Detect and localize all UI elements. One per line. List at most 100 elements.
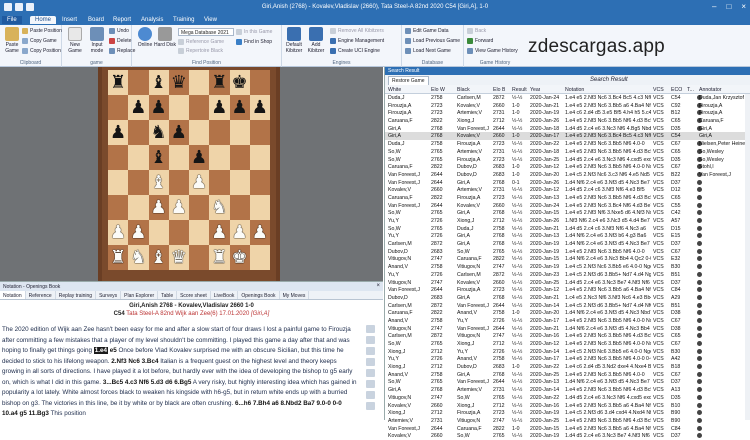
table-row[interactable]: Dubov,D 2683 So,W 2765 ½-½ 2020-Jan-19 1.e4 e5… [385,248,750,256]
table-row[interactable]: Carlsen,M 2872 Van Foreest,J 2644 ½-½ 2020-Ja… [385,302,750,310]
database-select[interactable]: Mega Database 2021 [178,28,234,36]
white-pawn-icon[interactable]: ♟ [168,195,189,220]
table-row[interactable]: So,W 2765 Van Foreest,J 2644 ½-½ 2020-Jan-13 1… [385,378,750,386]
table-row[interactable]: Kovalev,V 2660 Xiong,J 2712 ½-½ 2020-Jan-16 1.… [385,402,750,410]
tab-plan-explorer[interactable]: Plan Explorer [121,291,159,299]
board-square[interactable] [128,70,149,95]
board-square[interactable] [249,145,270,170]
white-pawn-icon[interactable]: ♟ [128,220,149,245]
black-knight-icon[interactable]: ♞ [148,120,169,145]
board-square[interactable] [189,220,210,245]
comment-icon[interactable] [366,380,375,388]
board-square[interactable] [209,170,230,195]
column-black[interactable]: Black [457,87,470,93]
white-knight-icon[interactable]: ♞ [128,245,149,270]
white-pawn-icon[interactable]: ♟ [108,220,129,245]
black-pawn-icon[interactable]: ♟ [209,95,230,120]
column-t[interactable]: T... [687,87,694,93]
board-square[interactable] [249,120,270,145]
table-row[interactable]: Xiong,J 2712 Yu,Y 2726 ½-½ 2020-Jan-14 1.e4 c5… [385,348,750,356]
table-row[interactable]: Caruana,F 2822 Xiong,J 2712 ½-½ 2020-Jan-26 1.… [385,117,750,125]
table-row[interactable]: Yu,Y 2726 Carlsen,M 2872 ½-½ 2020-Jan-23 1.e4 … [385,271,750,279]
move[interactable]: 2.Nf3 Nc6 3.Bc4 [111,358,158,365]
menu-analysis[interactable]: Analysis [136,16,168,24]
menu-board[interactable]: Board [83,16,109,24]
black-pawn-icon[interactable]: ♟ [128,95,149,120]
hard-disk-button[interactable]: Hard Disk [154,27,176,48]
board-square[interactable] [108,145,129,170]
minimize-icon[interactable]: – [712,2,716,11]
menu-view[interactable]: View [199,16,222,24]
black-rook-icon[interactable]: ♜ [209,70,230,95]
column-eco[interactable]: ECO [671,87,682,93]
black-king-icon[interactable]: ♚ [229,70,250,95]
board-square[interactable] [148,220,169,245]
white-pawn-icon[interactable]: ♟ [148,195,169,220]
board-square[interactable] [168,220,189,245]
table-row[interactable]: Van Foreest,J 2644 Firouzja,A 2723 ½-½ 2020-J… [385,286,750,294]
tab-openings-book[interactable]: Openings Book [238,291,280,299]
table-row[interactable]: Anand,V 2758 Vitiugov,N 2747 ½-½ 2020-Jan-19 1… [385,263,750,271]
black-pawn-icon[interactable]: ♟ [168,120,189,145]
online-button[interactable]: Online [134,27,156,48]
table-row[interactable]: Xiong,J 2712 Firouzja,A 2723 ½-½ 2020-Jan-19 1… [385,409,750,417]
board-square[interactable] [189,120,210,145]
table-row[interactable]: Anand,V 2758 Yu,Y 2726 ½-½ 2020-Jan-17 1.e4 e5… [385,317,750,325]
black-bishop-icon[interactable]: ♝ [148,70,169,95]
paste-position-button[interactable]: Paste Position [22,28,62,34]
board-square[interactable] [128,120,149,145]
edit-game-data-button[interactable]: Edit Game Data [405,28,449,34]
copy-game-button[interactable]: Copy Game [22,38,57,44]
back-button[interactable]: Back [467,28,486,34]
white-queen-icon[interactable]: ♛ [168,245,189,270]
repertoire-black-button[interactable]: Repertoire Black [178,48,223,54]
table-row[interactable]: Yu,Y 2726 Xiong,J 2712 ½-½ 2020-Jan-26 1.Nf3 N… [385,217,750,225]
table-row[interactable]: So,W 2765 Artemiev,V 2731 ½-½ 2020-Jan-18 1.e4… [385,148,750,156]
column-elo-b[interactable]: Elo B [493,87,505,93]
menu-home[interactable]: Home [30,16,57,24]
tab-my-moves[interactable]: My Moves [280,291,310,299]
table-row[interactable]: Vitiugov,N 2747 Caruana,F 2822 ½-½ 2020-Jan-1… [385,255,750,263]
black-pawn-icon[interactable]: ♟ [189,145,210,170]
new-game-button[interactable]: New Game [64,27,86,54]
table-row[interactable]: Yu,Y 2726 Giri,A 2768 ½-½ 2020-Jan-13 1.d4 Nf6… [385,232,750,240]
board-square[interactable] [229,120,250,145]
table-row[interactable]: Carlsen,M 2872 Vitiugov,N 2747 ½-½ 2020-Jan-1… [385,332,750,340]
board-square[interactable] [209,145,230,170]
table-row[interactable]: Firouzja,A 2723 Artemiev,V 2731 1-0 2020-Jan-… [385,109,750,117]
table-row[interactable]: Van Foreest,J 2644 Caruana,F 2822 1-0 2020-Ja… [385,425,750,433]
white-pawn-icon[interactable]: ♟ [229,220,250,245]
white-pawn-icon[interactable]: ♟ [209,220,230,245]
table-row[interactable]: Vitiugov,N 2747 Kovalev,V 2660 ½-½ 2020-Jan-2… [385,279,750,287]
default-kibitzer-button[interactable]: Default Kibitzer [283,27,305,54]
table-row[interactable]: So,W 2765 Duda,J 2758 ½-½ 2020-Jan-21 1.d4 d5 … [385,225,750,233]
table-row[interactable]: Van Foreest,J 2644 Kovalev,V 2660 ½-½ 2020-Ja… [385,202,750,210]
find-in-shop-button[interactable]: Find in Shop [236,39,272,45]
white-knight-icon[interactable]: ♞ [209,195,230,220]
table-row[interactable]: Anand,V 2758 Giri,A 2768 ½-½ 2020-Jan-25 1.e4 … [385,371,750,379]
board-square[interactable] [128,170,149,195]
table-row[interactable]: So,W 2765 Giri,A 2768 ½-½ 2020-Jan-15 1.e4 e5 … [385,209,750,217]
add-kibitzer-button[interactable]: Add Kibitzer [305,27,327,54]
board-square[interactable] [229,145,250,170]
board-square[interactable] [189,245,210,270]
previous-move-icon[interactable] [366,336,375,344]
black-rook-icon[interactable]: ♜ [108,70,129,95]
table-row[interactable]: Giri,A 2768 Artemiev,V 2731 ½-½ 2020-Jan-14 1.… [385,386,750,394]
tab-reference[interactable]: Reference [26,291,56,299]
column-year[interactable]: Year [530,87,540,93]
board-square[interactable] [128,195,149,220]
white-rook-icon[interactable]: ♜ [209,245,230,270]
board-square[interactable] [108,95,129,120]
tab-table[interactable]: Table [158,291,178,299]
vertical-scrollbar[interactable] [745,94,750,420]
table-row[interactable]: Giri,A 2768 Van Foreest,J 2644 ½-½ 2020-Jan-1… [385,125,750,133]
board-square[interactable] [168,145,189,170]
table-row[interactable]: Kovalev,V 2660 So,W 2765 ½-½ 2020-Jan-19 1.d4 … [385,432,750,440]
board-square[interactable] [189,195,210,220]
board-square[interactable] [229,170,250,195]
table-row[interactable]: Dubov,D 2683 Giri,A 2768 ½-½ 2020-Jan-21 1.c4 … [385,294,750,302]
table-row[interactable]: Firouzja,A 2723 Kovalev,V 2660 1-0 2020-Jan-2… [385,102,750,110]
board-square[interactable] [108,195,129,220]
board-square[interactable] [168,170,189,195]
